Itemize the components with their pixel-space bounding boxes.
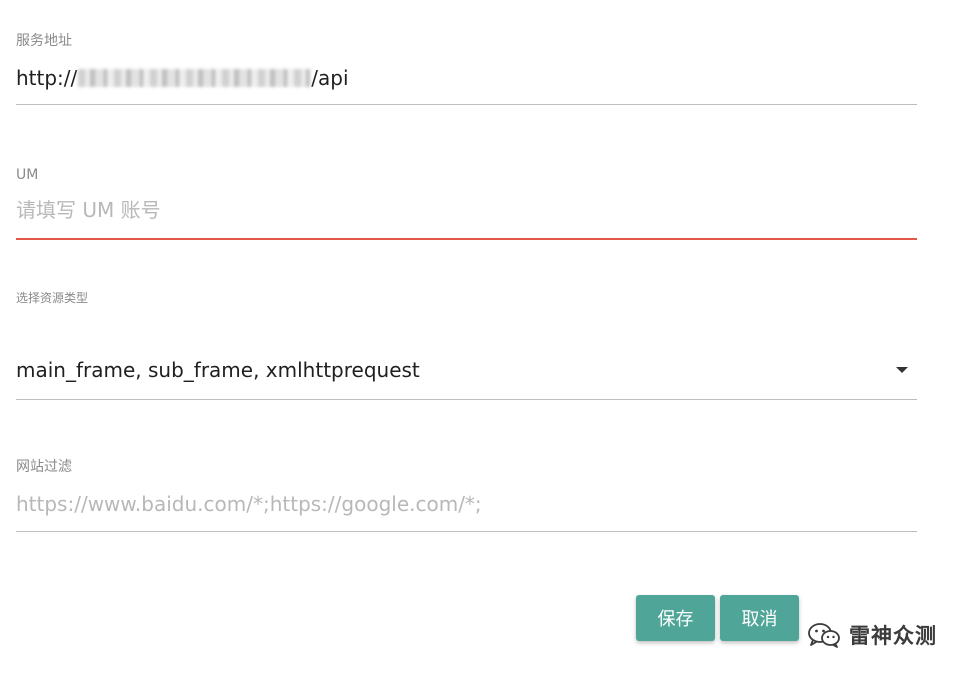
site-filter-input[interactable] [16,489,917,519]
resource-type-field: 选择资源类型 main_frame, sub_frame, xmlhttpreq… [16,290,917,401]
site-filter-field: 网站过滤 [16,459,917,534]
redacted-host [78,69,311,87]
site-filter-label: 网站过滤 [16,459,72,475]
resource-type-label: 选择资源类型 [16,291,89,305]
wechat-icon [807,622,841,648]
service-address-field: 服务地址 http:// /api [16,33,917,106]
service-address-suffix: /api [311,66,349,90]
watermark-text: 雷神众测 [849,624,937,648]
um-input[interactable] [16,195,917,225]
um-label: UM [16,167,39,183]
service-address-label: 服务地址 [16,33,72,49]
resource-type-value: main_frame, sub_frame, xmlhttprequest [16,358,420,382]
save-button[interactable]: 保存 [636,595,715,641]
site-filter-underline [16,531,917,532]
chevron-down-icon[interactable] [896,367,908,373]
watermark: 雷神众测 [807,620,937,650]
resource-type-select[interactable]: main_frame, sub_frame, xmlhttprequest [16,353,917,387]
um-field: UM [16,167,917,242]
service-address-underline [16,104,917,105]
cancel-button[interactable]: 取消 [720,595,799,641]
service-address-input[interactable]: http:// /api [16,61,349,95]
service-address-prefix: http:// [16,66,78,90]
resource-type-underline [16,399,917,400]
um-underline-error [16,238,917,240]
